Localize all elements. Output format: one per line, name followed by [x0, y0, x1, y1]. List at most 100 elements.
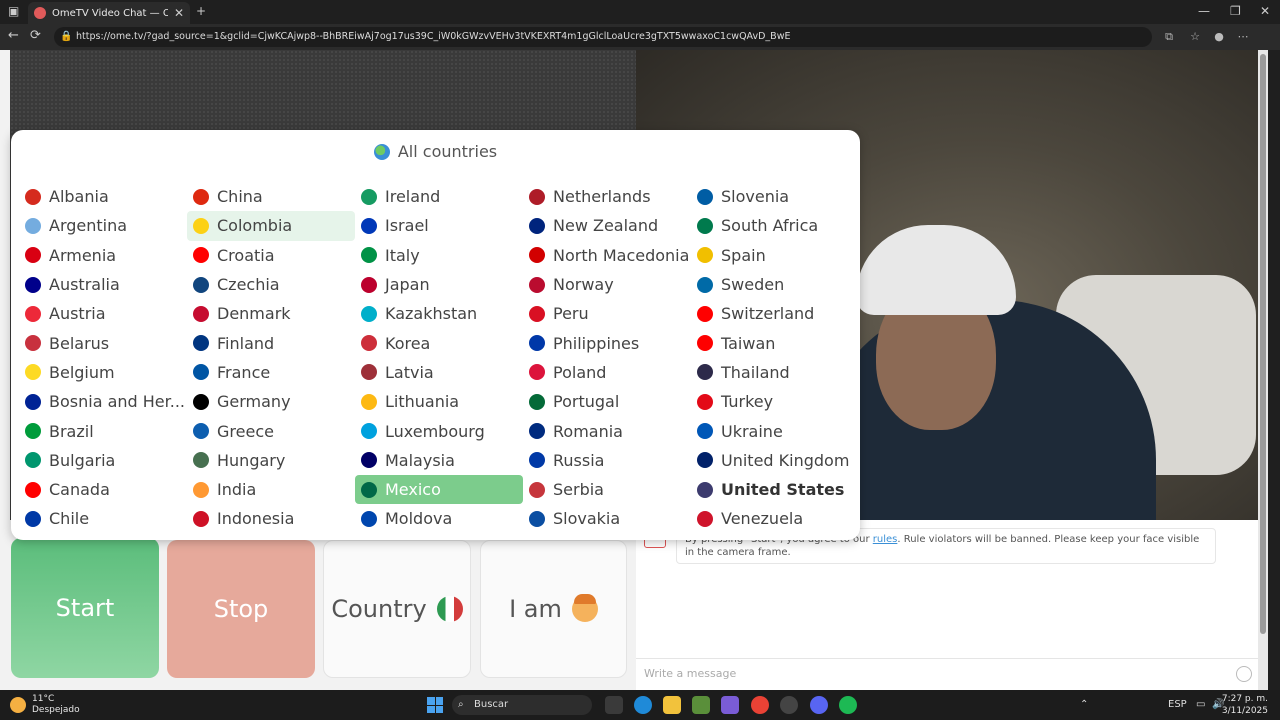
tab-close-icon[interactable]: ✕ [174, 6, 184, 20]
country-option[interactable]: Bosnia and Her... [19, 387, 187, 416]
country-option[interactable]: Brazil [19, 416, 187, 445]
country-option[interactable]: Chile [19, 504, 187, 533]
country-option[interactable]: Japan [355, 270, 523, 299]
country-option[interactable]: Latvia [355, 358, 523, 387]
country-option[interactable]: India [187, 475, 355, 504]
country-option[interactable]: Indonesia [187, 504, 355, 533]
country-option[interactable]: Colombia [187, 211, 355, 241]
back-button[interactable]: ← [8, 28, 19, 43]
country-option[interactable]: Slovakia [523, 504, 691, 533]
country-option[interactable]: Thailand [691, 358, 859, 387]
address-bar[interactable]: 🔒 https://ome.tv/?gad_source=1&gclid=Cjw… [54, 27, 1152, 47]
tray-overflow-icon[interactable]: ⌃ [1080, 699, 1088, 710]
file-explorer-icon[interactable] [663, 696, 681, 714]
country-option[interactable]: Philippines [523, 328, 691, 357]
message-input[interactable]: Write a message [636, 658, 1262, 688]
country-option[interactable]: Poland [523, 358, 691, 387]
country-option[interactable]: South Africa [691, 211, 859, 240]
country-option[interactable]: Taiwan [691, 328, 859, 357]
country-option[interactable]: Canada [19, 475, 187, 504]
favorites-icon[interactable]: ☆ [1188, 30, 1202, 44]
system-clock[interactable]: 7:27 p. m. 3/11/2025 [1222, 693, 1268, 717]
country-option[interactable]: Spain [691, 241, 859, 270]
tab-ometv[interactable]: OmeTV Video Chat — Ome... ✕ [28, 2, 190, 24]
country-option[interactable]: United States [691, 475, 859, 504]
emoji-icon[interactable] [1236, 666, 1252, 682]
copilot-icon[interactable] [721, 696, 739, 714]
extensions-icon[interactable]: ⧉ [1162, 30, 1176, 44]
taskbar-search[interactable]: ⌕ Buscar [452, 695, 592, 715]
tab-actions-icon[interactable]: ▣ [8, 4, 19, 18]
country-option[interactable]: Serbia [523, 475, 691, 504]
country-option[interactable]: Moldova [355, 504, 523, 533]
network-icon[interactable]: ▭ [1196, 699, 1205, 710]
country-option[interactable]: Bulgaria [19, 446, 187, 475]
profile-icon[interactable]: ● [1212, 30, 1226, 44]
country-button[interactable]: Country [323, 540, 471, 678]
country-option[interactable]: Norway [523, 270, 691, 299]
country-option[interactable]: Greece [187, 416, 355, 445]
country-option[interactable]: France [187, 358, 355, 387]
edge-icon[interactable] [634, 696, 652, 714]
site-info-icon[interactable]: 🔒 [60, 27, 72, 47]
country-option[interactable]: Slovenia [691, 182, 859, 211]
minecraft-icon[interactable] [692, 696, 710, 714]
country-option[interactable]: Switzerland [691, 299, 859, 328]
country-option[interactable]: Croatia [187, 241, 355, 270]
country-option[interactable]: Denmark [187, 299, 355, 328]
country-option[interactable]: Austria [19, 299, 187, 328]
country-option[interactable]: China [187, 182, 355, 211]
country-option[interactable]: Peru [523, 299, 691, 328]
country-option[interactable]: Luxembourg [355, 416, 523, 445]
gender-button[interactable]: I am [480, 540, 627, 678]
country-option[interactable]: United Kingdom [691, 446, 859, 475]
country-option[interactable]: Ireland [355, 182, 523, 211]
close-window-button[interactable]: ✕ [1260, 4, 1270, 18]
page-scrollbar[interactable] [1258, 50, 1268, 690]
country-option[interactable]: Albania [19, 182, 187, 211]
country-option[interactable]: North Macedonia [523, 241, 691, 270]
country-option[interactable]: Russia [523, 446, 691, 475]
country-option[interactable]: Venezuela [691, 504, 859, 533]
country-option[interactable]: Belarus [19, 328, 187, 357]
country-option[interactable]: Malaysia [355, 446, 523, 475]
new-tab-button[interactable]: + [196, 4, 206, 18]
restore-button[interactable]: ❐ [1230, 4, 1241, 18]
country-option[interactable]: Belgium [19, 358, 187, 387]
country-option[interactable]: Czechia [187, 270, 355, 299]
stop-button[interactable]: Stop [167, 540, 315, 678]
spotify-icon[interactable] [839, 696, 857, 714]
country-option[interactable]: Hungary [187, 446, 355, 475]
country-option[interactable]: Australia [19, 270, 187, 299]
country-option[interactable]: Lithuania [355, 387, 523, 416]
settings-gear-icon[interactable] [780, 696, 798, 714]
country-option[interactable]: Armenia [19, 241, 187, 270]
country-option[interactable]: Israel [355, 211, 523, 240]
chrome-icon[interactable] [751, 696, 769, 714]
country-option[interactable]: New Zealand [523, 211, 691, 240]
country-option[interactable]: Netherlands [523, 182, 691, 211]
country-option[interactable]: Turkey [691, 387, 859, 416]
country-option[interactable]: Kazakhstan [355, 299, 523, 328]
country-option[interactable]: Italy [355, 241, 523, 270]
start-button[interactable]: Start [11, 538, 159, 678]
country-option[interactable]: Germany [187, 387, 355, 416]
windows-start-icon[interactable] [427, 697, 443, 713]
country-option[interactable]: Mexico [355, 474, 523, 505]
country-option[interactable]: Korea [355, 328, 523, 357]
weather-widget[interactable]: 11°C Despejado [10, 694, 80, 716]
country-option[interactable]: Sweden [691, 270, 859, 299]
rules-link[interactable]: rules [873, 534, 898, 545]
language-indicator[interactable]: ESP [1168, 699, 1187, 710]
reload-button[interactable]: ⟳ [30, 28, 41, 43]
discord-icon[interactable] [810, 696, 828, 714]
minimize-button[interactable]: — [1198, 4, 1210, 18]
menu-icon[interactable]: ⋯ [1236, 30, 1250, 44]
country-option[interactable]: Finland [187, 328, 355, 357]
task-view-icon[interactable] [605, 696, 623, 714]
country-option[interactable]: Portugal [523, 387, 691, 416]
country-option[interactable]: Ukraine [691, 416, 859, 445]
country-option[interactable]: Argentina [19, 211, 187, 240]
scrollbar-thumb[interactable] [1260, 54, 1266, 634]
country-option[interactable]: Romania [523, 416, 691, 445]
